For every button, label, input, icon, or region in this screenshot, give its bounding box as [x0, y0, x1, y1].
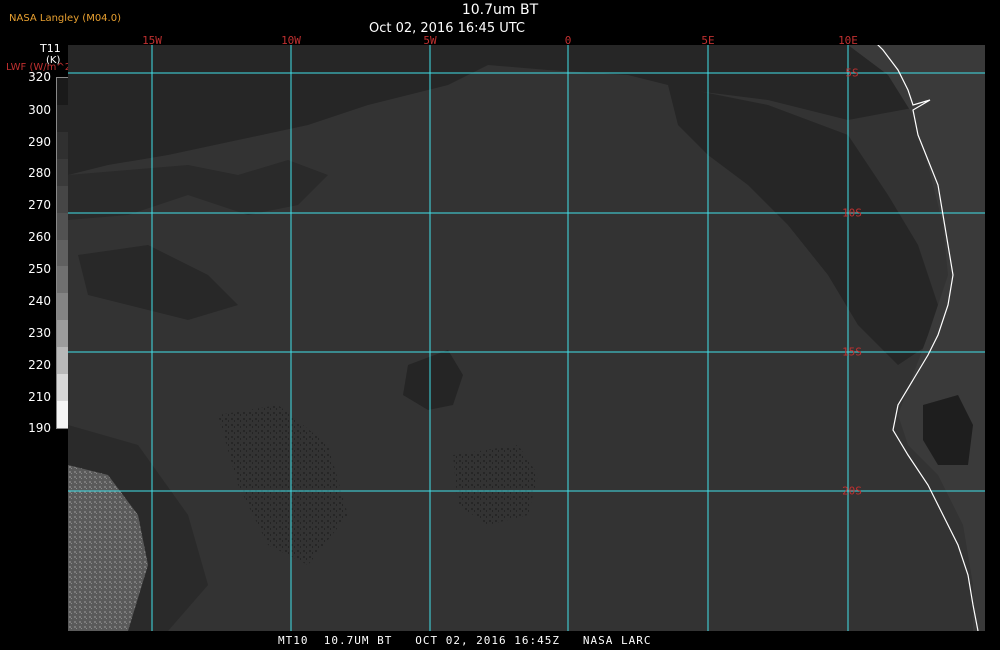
colorbar-tick-label: 190 [28, 421, 51, 435]
colorbar-tick-label: 210 [28, 390, 51, 404]
longitude-label: 0 [564, 34, 572, 47]
satellite-map [68, 45, 985, 631]
colorbar-tick-label: 260 [28, 230, 51, 244]
colorbar-tick-label: 220 [28, 358, 51, 372]
colorbar-tick-label: 230 [28, 326, 51, 340]
latitude-label: 20S [842, 484, 862, 498]
colorbar-tick-label: 280 [28, 166, 51, 180]
footer-caption: MT10 10.7UM BT OCT 02, 2016 16:45Z NASA … [278, 634, 652, 647]
longitude-label: 10W [281, 34, 301, 47]
colorbar-tick-label: 290 [28, 135, 51, 149]
colorbar-tick-label: 240 [28, 294, 51, 308]
latitude-label: 15S [842, 345, 862, 359]
longitude-label: 10E [838, 34, 858, 47]
colorbar-variable-label: T11 [40, 42, 61, 55]
longitude-label: 5W [423, 34, 437, 47]
colorbar-tick-label: 250 [28, 262, 51, 276]
longitude-label: 5E [701, 34, 715, 47]
image-title: 10.7um BT [461, 2, 539, 18]
latitude-label: 5S [845, 66, 859, 80]
colorbar-tick-label: 270 [28, 198, 51, 212]
longitude-label: 15W [142, 34, 162, 47]
colorbar-tick-label: 320 [28, 70, 51, 84]
latitude-label: 10S [842, 206, 862, 220]
colorbar-tick-label: 300 [28, 103, 51, 117]
